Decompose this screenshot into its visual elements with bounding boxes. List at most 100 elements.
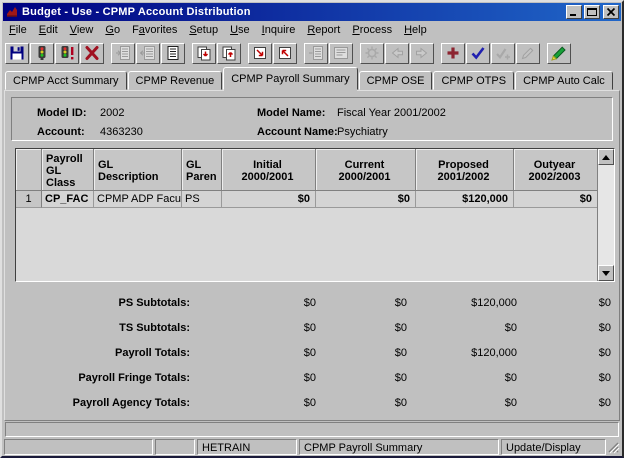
tab-content-panel: Model ID: 2002 Model Name: Fiscal Year 2… (4, 90, 620, 421)
column-header-initial-2000-2001: Initial 2000/2001 (222, 149, 316, 191)
row-delete-icon (140, 45, 156, 61)
tab-cpmp-revenue[interactable]: CPMP Revenue (128, 71, 223, 90)
resize-grip[interactable] (607, 440, 620, 454)
update-display-button[interactable] (466, 43, 490, 64)
initial-cell: $0 (222, 191, 316, 208)
menu-item-inquire[interactable]: Inquire (256, 23, 302, 38)
copy-down-button[interactable] (192, 43, 216, 64)
check-plus-icon (495, 45, 511, 61)
menu-item-use[interactable]: Use (224, 23, 256, 38)
toolbar-group (441, 43, 540, 64)
menu-item-view[interactable]: View (64, 23, 100, 38)
toolbar-group (111, 43, 185, 64)
toolbar-group (192, 43, 241, 64)
grid-header-row: Payroll GL ClassGL DescriptionGL ParenIn… (16, 149, 597, 191)
tab-cpmp-ose[interactable]: CPMP OSE (359, 71, 433, 90)
totals-value: $0 (317, 322, 408, 334)
totals-value: $0 (518, 322, 612, 334)
column-header-gl-paren: GL Paren (182, 149, 222, 191)
tab-bar: CPMP Acct SummaryCPMP RevenueCPMP Payrol… (2, 67, 622, 90)
totals-row-ts-subtotals: TS Subtotals:$0$0$0$0 (15, 315, 613, 340)
grid-row-1[interactable]: 1CP_FACCPMP ADP FaculPS$0$0$120,000$0 (16, 191, 597, 208)
run-alert-button[interactable] (55, 43, 79, 64)
add-button[interactable] (441, 43, 465, 64)
grid-empty-area (16, 208, 597, 281)
menu-item-edit[interactable]: Edit (33, 23, 64, 38)
menu-item-setup[interactable]: Setup (183, 23, 224, 38)
account-name-label: Account Name: (257, 126, 337, 138)
pencil-icon (520, 45, 536, 61)
account-name-value: Psychiatry (337, 126, 612, 138)
totals-label: Payroll Fringe Totals: (15, 372, 190, 384)
delete-button[interactable] (80, 43, 104, 64)
column-header-outyear-2002-2003: Outyear 2002/2003 (514, 149, 597, 191)
menu-item-process[interactable]: Process (346, 23, 398, 38)
maximize-button[interactable] (584, 5, 600, 19)
column-header-payroll-gl-class: Payroll GL Class (42, 149, 94, 191)
outyear-cell: $0 (514, 191, 597, 208)
forward-button (410, 43, 434, 64)
save-button[interactable] (5, 43, 29, 64)
menu-item-go[interactable]: Go (99, 23, 126, 38)
totals-value: $0 (317, 347, 408, 359)
totals-row-ps-subtotals: PS Subtotals:$0$0$120,000$0 (15, 290, 613, 315)
totals-label: Payroll Totals: (15, 347, 190, 359)
box-arrow-up-icon (277, 45, 293, 61)
statusbar-cell-panel: CPMP Payroll Summary (299, 439, 499, 455)
totals-row-payroll-agency-totals: Payroll Agency Totals:$0$0$0$0 (15, 390, 613, 415)
floppy-icon (9, 45, 25, 61)
app-icon (5, 5, 19, 19)
scrollbar-track[interactable] (598, 165, 614, 265)
tab-cpmp-acct-summary[interactable]: CPMP Acct Summary (5, 71, 127, 90)
close-button[interactable] (603, 5, 619, 19)
panel-prev-icon (333, 45, 349, 61)
statusbar-cell-action: Update/Display (501, 439, 606, 455)
arrow-right-icon (414, 45, 430, 61)
next-in-list-button[interactable] (248, 43, 272, 64)
minimize-button[interactable] (566, 5, 582, 19)
tab-cpmp-otps[interactable]: CPMP OTPS (433, 71, 514, 90)
totals-value: $0 (190, 347, 317, 359)
grid-vertical-scrollbar[interactable] (597, 149, 614, 281)
tab-cpmp-payroll-summary[interactable]: CPMP Payroll Summary (223, 67, 357, 90)
menu-item-help[interactable]: Help (398, 23, 433, 38)
totals-value: $0 (190, 397, 317, 409)
totals-value: $0 (518, 397, 612, 409)
model-name-label: Model Name: (257, 107, 337, 119)
red-x-icon (84, 45, 100, 61)
menu-item-report[interactable]: Report (301, 23, 346, 38)
scroll-down-icon (602, 271, 610, 276)
model-name-value: Fiscal Year 2001/2002 (337, 107, 612, 119)
totals-value: $0 (408, 322, 518, 334)
highlighter-icon (551, 45, 567, 61)
app-window: Budget - Use - CPMP Account Distribution… (0, 0, 624, 458)
column-header-current-2000-2001: Current 2000/2001 (316, 149, 416, 191)
toolbar-group (248, 43, 297, 64)
toolbar (2, 39, 622, 67)
highlight-button[interactable] (547, 43, 571, 64)
tab-cpmp-auto-calc[interactable]: CPMP Auto Calc (515, 71, 613, 90)
totals-value: $0 (190, 322, 317, 334)
panel-next-icon (308, 45, 324, 61)
model-id-label: Model ID: (37, 107, 100, 119)
copy-up-button[interactable] (217, 43, 241, 64)
payroll-grid-body: Payroll GL ClassGL DescriptionGL ParenIn… (16, 149, 597, 281)
totals-row-payroll-totals: Payroll Totals:$0$0$120,000$0 (15, 340, 613, 365)
window-title: Budget - Use - CPMP Account Distribution (22, 6, 564, 18)
gl-class-cell: CP_FAC (42, 191, 94, 208)
scroll-down-button[interactable] (598, 265, 614, 281)
doc-lines-icon (165, 45, 181, 61)
run-button[interactable] (30, 43, 54, 64)
insert-row-button (111, 43, 135, 64)
scroll-up-button[interactable] (598, 149, 614, 165)
process-button (360, 43, 384, 64)
view-all-button[interactable] (161, 43, 185, 64)
totals-value: $0 (190, 372, 317, 384)
gl-description-cell: CPMP ADP Facul (94, 191, 182, 208)
statusbar-cell-database: HETRAIN (197, 439, 297, 455)
menu-item-favorites[interactable]: Favorites (126, 23, 183, 38)
menu-item-file[interactable]: File (3, 23, 33, 38)
traffic-light-alert-icon (59, 45, 75, 61)
totals-value: $0 (317, 397, 408, 409)
prev-in-list-button[interactable] (273, 43, 297, 64)
